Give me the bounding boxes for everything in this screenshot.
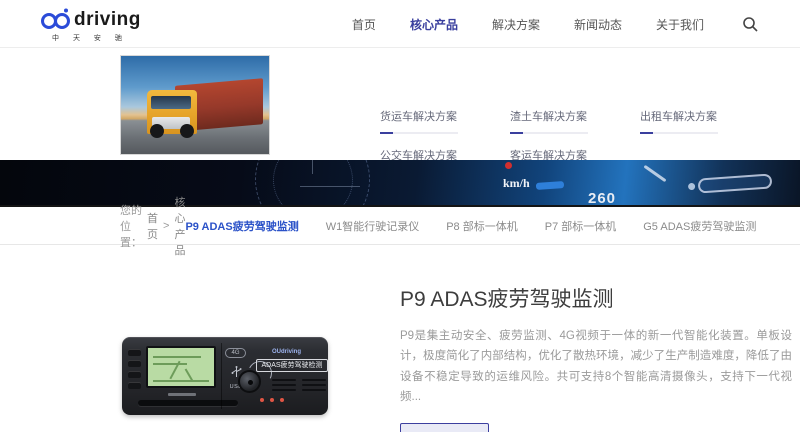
- tab-p7[interactable]: P7 部标一体机: [545, 218, 617, 234]
- menu-link-taxi[interactable]: 出租车解决方案: [640, 108, 770, 134]
- speed-value: 260: [588, 190, 616, 207]
- breadcrumb-prefix: 您的位置：: [120, 202, 142, 250]
- nav-item-about[interactable]: 关于我们: [656, 16, 704, 33]
- product-image-p9-device: 4G USB OUdriving ADAS疲劳驾驶检测: [122, 337, 328, 415]
- device-4g-port: 4G: [225, 348, 246, 358]
- device-button: [128, 349, 141, 356]
- device-button: [128, 371, 141, 378]
- device-button: [128, 360, 141, 367]
- menu-link-dump-truck[interactable]: 渣土车解决方案: [510, 108, 640, 134]
- tab-p8[interactable]: P8 部标一体机: [446, 218, 518, 234]
- logo-text: driving: [74, 9, 141, 31]
- main-nav: 首页 核心产品 解决方案 新闻动态 关于我们: [352, 0, 758, 48]
- breadcrumb-current[interactable]: 核心产品: [174, 194, 185, 258]
- product-info: P9 ADAS疲劳驾驶监测 P9是集主动安全、疲劳监测、4G视频于一体的新一代智…: [400, 283, 792, 432]
- hud-ring: [273, 160, 353, 207]
- tab-w1[interactable]: W1智能行驶记录仪: [326, 218, 420, 234]
- nav-item-solutions[interactable]: 解决方案: [492, 16, 540, 33]
- nav-item-home[interactable]: 首页: [352, 16, 376, 33]
- warning-dot: [505, 162, 512, 169]
- view-more-button[interactable]: 查看更多 >: [400, 423, 489, 432]
- product-title: P9 ADAS疲劳驾驶监测: [400, 283, 792, 313]
- page: driving 中 天 安 驰 首页 核心产品 解决方案 新闻动态 关于我们: [0, 0, 800, 432]
- device-led: [260, 398, 264, 402]
- device-button: [128, 382, 141, 389]
- device-led: [280, 398, 284, 402]
- device-brand-logo: OUdriving: [272, 349, 301, 355]
- device-label: ADAS疲劳驾驶检测: [256, 359, 328, 372]
- gauge-highlight: [698, 173, 773, 193]
- breadcrumb-tab-bar: 您的位置： 首页 > 核心产品 P9 ADAS疲劳驾驶监测 W1智能行驶记录仪 …: [0, 207, 800, 245]
- device-vents: [302, 379, 326, 391]
- tab-p9[interactable]: P9 ADAS疲劳驾驶监测: [185, 218, 298, 234]
- tab-g5[interactable]: G5 ADAS疲劳驾驶监测: [643, 218, 756, 234]
- breadcrumb: 您的位置： 首页 > 核心产品: [120, 194, 185, 258]
- nav-item-core-products[interactable]: 核心产品: [410, 16, 458, 33]
- device-led: [270, 398, 274, 402]
- product-description: P9是集主动安全、疲劳监测、4G视频于一体的新一代智能化装置。单板设计，极度简化…: [400, 326, 792, 408]
- truck-cab: [147, 90, 197, 134]
- menu-link-freight[interactable]: 货运车解决方案: [380, 108, 510, 134]
- breadcrumb-home[interactable]: 首页: [147, 210, 158, 242]
- breadcrumb-separator: >: [163, 220, 169, 232]
- gauge-needle: [643, 165, 666, 182]
- device-vents: [272, 379, 296, 391]
- device-lcd-screen: [146, 346, 216, 388]
- product-tabs: P9 ADAS疲劳驾驶监测 W1智能行驶记录仪 P8 部标一体机 P7 部标一体…: [185, 218, 756, 234]
- logo-subtext: 中 天 安 驰: [52, 33, 141, 43]
- logo[interactable]: driving 中 天 安 驰: [40, 8, 141, 43]
- logo-icon: [40, 8, 74, 32]
- device-knob: [238, 370, 261, 393]
- mega-menu: 货运车解决方案 渣土车解决方案 出租车解决方案 公交车解决方案 客运车解决方案: [0, 48, 800, 160]
- device-card-slot: [138, 400, 238, 406]
- speed-unit: km/h: [503, 176, 530, 191]
- header: driving 中 天 安 驰 首页 核心产品 解决方案 新闻动态 关于我们: [0, 0, 800, 48]
- truck-image: [120, 55, 270, 155]
- device-caption: [168, 393, 196, 396]
- gauge-bar: [536, 181, 564, 190]
- nav-item-news[interactable]: 新闻动态: [574, 16, 622, 33]
- search-icon[interactable]: [742, 16, 758, 32]
